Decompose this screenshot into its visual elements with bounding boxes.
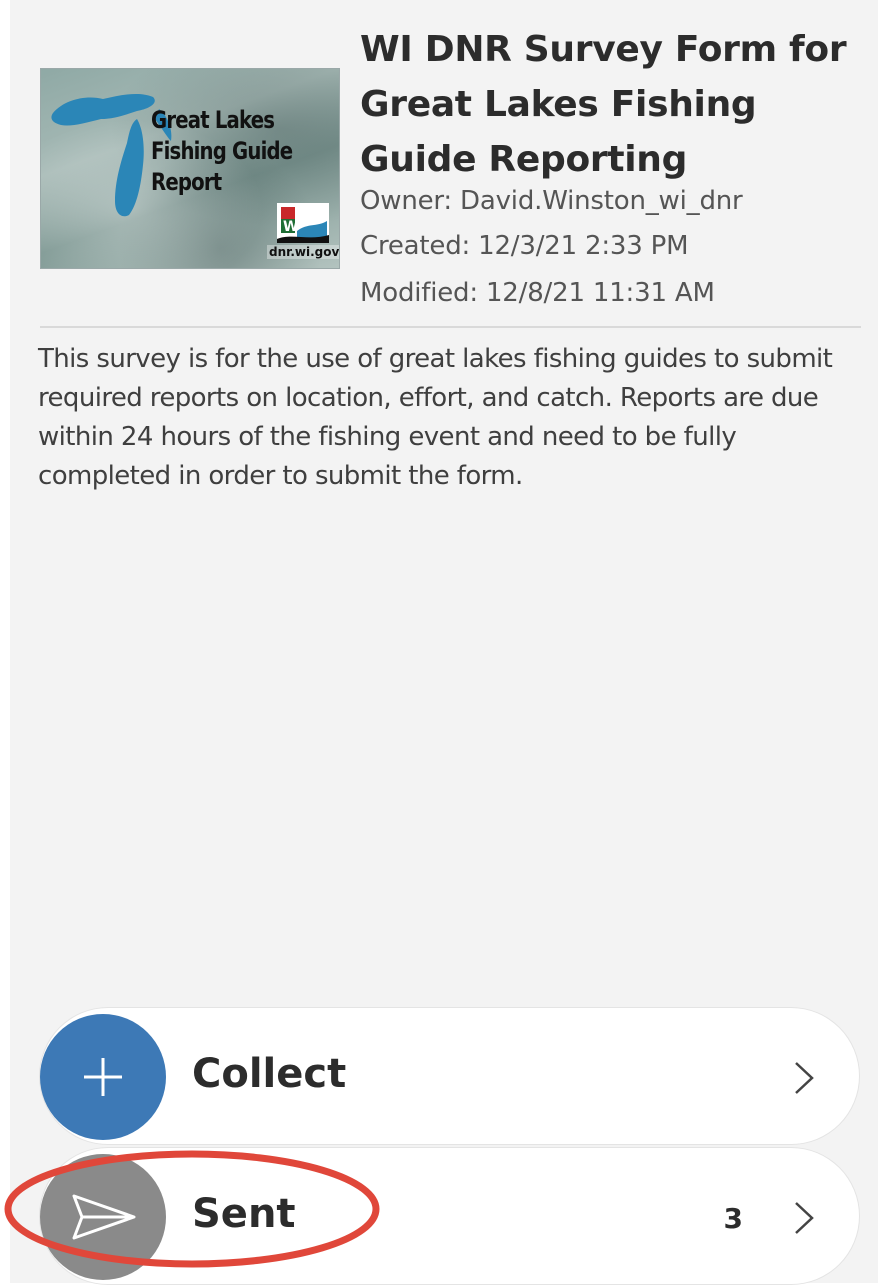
- survey-thumbnail: Great Lakes Fishing Guide Report W dnr.w…: [40, 68, 340, 269]
- thumbnail-title: Great Lakes Fishing Guide Report: [151, 105, 299, 198]
- plus-icon: [84, 1058, 122, 1096]
- thumbnail-url: dnr.wi.gov: [267, 245, 340, 259]
- collect-button[interactable]: Collect: [40, 1008, 859, 1144]
- survey-title: WI DNR Survey Form for Great Lakes Fishi…: [360, 29, 847, 180]
- collect-icon-circle: [40, 1014, 166, 1140]
- thumbnail-title-line: Report: [151, 168, 222, 196]
- thumbnail-title-line: Great Lakes: [151, 106, 275, 134]
- collect-label: Collect: [192, 1051, 347, 1097]
- sent-icon-circle: [40, 1154, 166, 1280]
- sent-label: Sent: [192, 1191, 296, 1237]
- svg-text:W: W: [283, 219, 298, 235]
- thumbnail-title-line: Fishing Guide: [151, 137, 293, 165]
- sent-count-badge: 3: [723, 1202, 743, 1235]
- sent-button[interactable]: Sent 3: [40, 1148, 859, 1284]
- header-divider: [40, 326, 861, 328]
- chevron-right-icon: [795, 1202, 814, 1234]
- survey-description: This survey is for the use of great lake…: [38, 344, 833, 491]
- survey-owner: Owner: David.Winston_wi_dnr: [360, 186, 743, 216]
- survey-created-date: Created: 12/3/21 2:33 PM: [360, 231, 689, 261]
- send-icon: [72, 1194, 136, 1240]
- chevron-right-icon: [795, 1062, 814, 1094]
- survey-modified-date: Modified: 12/8/21 11:31 AM: [360, 278, 715, 308]
